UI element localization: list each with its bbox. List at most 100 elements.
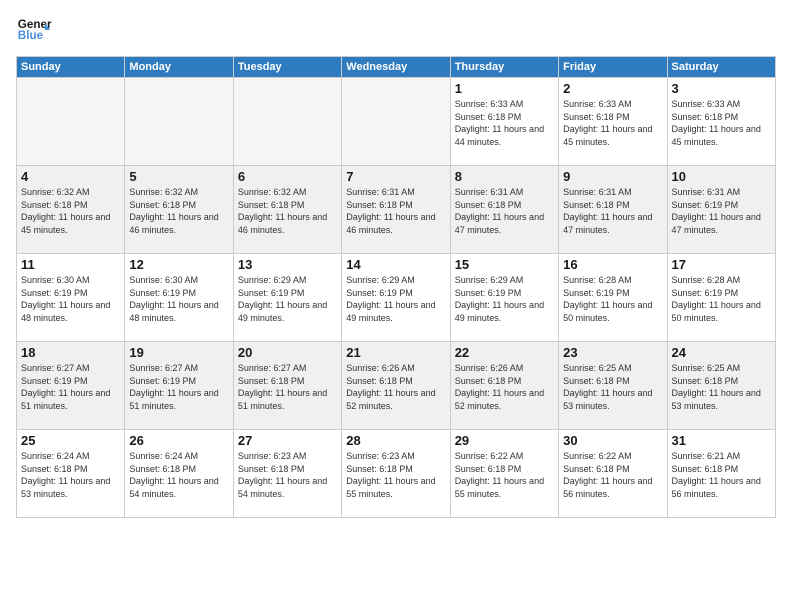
calendar-day: 14 Sunrise: 6:29 AMSunset: 6:19 PMDayligh…	[342, 254, 450, 342]
day-number: 31	[672, 433, 771, 448]
day-number: 9	[563, 169, 662, 184]
calendar-day	[125, 78, 233, 166]
calendar-week-row: 1 Sunrise: 6:33 AMSunset: 6:18 PMDaylight…	[17, 78, 776, 166]
weekday-header-wednesday: Wednesday	[342, 57, 450, 78]
day-info: Sunrise: 6:27 AMSunset: 6:19 PMDaylight:…	[129, 362, 228, 412]
calendar-day: 27Sunrise: 6:23 AMSunset: 6:18 PMDayligh…	[233, 430, 341, 518]
day-info: Sunrise: 6:25 AMSunset: 6:18 PMDaylight:…	[563, 362, 662, 412]
calendar-day: 19 Sunrise: 6:27 AMSunset: 6:19 PMDayligh…	[125, 342, 233, 430]
day-number: 12	[129, 257, 228, 272]
day-info: Sunrise: 6:30 AMSunset: 6:19 PMDaylight:…	[21, 274, 120, 324]
day-info: Sunrise: 6:32 AMSunset: 6:18 PMDaylight:…	[238, 186, 337, 236]
calendar-day: 4 Sunrise: 6:32 AMSunset: 6:18 PMDaylight…	[17, 166, 125, 254]
day-info: Sunrise: 6:22 AMSunset: 6:18 PMDaylight:…	[563, 450, 662, 500]
day-number: 28	[346, 433, 445, 448]
day-info: Sunrise: 6:31 AMSunset: 6:18 PMDaylight:…	[455, 186, 554, 236]
day-number: 1	[455, 81, 554, 96]
day-number: 4	[21, 169, 120, 184]
calendar-day: 11 Sunrise: 6:30 AMSunset: 6:19 PMDayligh…	[17, 254, 125, 342]
calendar-day: 7Sunrise: 6:31 AMSunset: 6:18 PMDaylight…	[342, 166, 450, 254]
calendar-day: 16 Sunrise: 6:28 AMSunset: 6:19 PMDayligh…	[559, 254, 667, 342]
logo-icon: General Blue	[16, 12, 52, 48]
day-info: Sunrise: 6:24 AMSunset: 6:18 PMDaylight:…	[129, 450, 228, 500]
day-number: 22	[455, 345, 554, 360]
day-number: 20	[238, 345, 337, 360]
day-number: 17	[672, 257, 771, 272]
day-info: Sunrise: 6:29 AMSunset: 6:19 PMDaylight:…	[238, 274, 337, 324]
main-container: General Blue SundayMondayTuesdayWednesda…	[0, 0, 792, 612]
calendar-day: 23 Sunrise: 6:25 AMSunset: 6:18 PMDayligh…	[559, 342, 667, 430]
day-info: Sunrise: 6:27 AMSunset: 6:19 PMDaylight:…	[21, 362, 120, 412]
day-number: 6	[238, 169, 337, 184]
day-info: Sunrise: 6:23 AMSunset: 6:18 PMDaylight:…	[346, 450, 445, 500]
day-number: 27	[238, 433, 337, 448]
day-number: 23	[563, 345, 662, 360]
day-info: Sunrise: 6:32 AMSunset: 6:18 PMDaylight:…	[129, 186, 228, 236]
calendar-week-row: 18 Sunrise: 6:27 AMSunset: 6:19 PMDayligh…	[17, 342, 776, 430]
day-info: Sunrise: 6:24 AMSunset: 6:18 PMDaylight:…	[21, 450, 120, 500]
day-info: Sunrise: 6:30 AMSunset: 6:19 PMDaylight:…	[129, 274, 228, 324]
calendar-week-row: 25 Sunrise: 6:24 AMSunset: 6:18 PMDayligh…	[17, 430, 776, 518]
calendar-day: 26 Sunrise: 6:24 AMSunset: 6:18 PMDayligh…	[125, 430, 233, 518]
day-number: 19	[129, 345, 228, 360]
day-info: Sunrise: 6:33 AMSunset: 6:18 PMDaylight:…	[672, 98, 771, 148]
calendar-day: 18 Sunrise: 6:27 AMSunset: 6:19 PMDayligh…	[17, 342, 125, 430]
day-number: 26	[129, 433, 228, 448]
weekday-header-tuesday: Tuesday	[233, 57, 341, 78]
calendar-day: 30Sunrise: 6:22 AMSunset: 6:18 PMDayligh…	[559, 430, 667, 518]
day-info: Sunrise: 6:22 AMSunset: 6:18 PMDaylight:…	[455, 450, 554, 500]
day-number: 8	[455, 169, 554, 184]
calendar-day: 12 Sunrise: 6:30 AMSunset: 6:19 PMDayligh…	[125, 254, 233, 342]
day-info: Sunrise: 6:32 AMSunset: 6:18 PMDaylight:…	[21, 186, 120, 236]
day-number: 10	[672, 169, 771, 184]
calendar-day: 8 Sunrise: 6:31 AMSunset: 6:18 PMDaylight…	[450, 166, 558, 254]
day-number: 14	[346, 257, 445, 272]
day-number: 18	[21, 345, 120, 360]
calendar-day: 6 Sunrise: 6:32 AMSunset: 6:18 PMDaylight…	[233, 166, 341, 254]
day-info: Sunrise: 6:25 AMSunset: 6:18 PMDaylight:…	[672, 362, 771, 412]
calendar-table: SundayMondayTuesdayWednesdayThursdayFrid…	[16, 56, 776, 518]
header: General Blue	[16, 12, 776, 48]
weekday-header-row: SundayMondayTuesdayWednesdayThursdayFrid…	[17, 57, 776, 78]
weekday-header-saturday: Saturday	[667, 57, 775, 78]
day-info: Sunrise: 6:28 AMSunset: 6:19 PMDaylight:…	[672, 274, 771, 324]
day-number: 15	[455, 257, 554, 272]
day-info: Sunrise: 6:26 AMSunset: 6:18 PMDaylight:…	[346, 362, 445, 412]
calendar-day	[17, 78, 125, 166]
calendar-day: 10Sunrise: 6:31 AMSunset: 6:19 PMDayligh…	[667, 166, 775, 254]
day-number: 2	[563, 81, 662, 96]
day-number: 29	[455, 433, 554, 448]
calendar-day: 28 Sunrise: 6:23 AMSunset: 6:18 PMDayligh…	[342, 430, 450, 518]
day-number: 11	[21, 257, 120, 272]
calendar-week-row: 11 Sunrise: 6:30 AMSunset: 6:19 PMDayligh…	[17, 254, 776, 342]
day-info: Sunrise: 6:28 AMSunset: 6:19 PMDaylight:…	[563, 274, 662, 324]
calendar-day: 29 Sunrise: 6:22 AMSunset: 6:18 PMDayligh…	[450, 430, 558, 518]
calendar-day: 3Sunrise: 6:33 AMSunset: 6:18 PMDaylight…	[667, 78, 775, 166]
calendar-day: 17 Sunrise: 6:28 AMSunset: 6:19 PMDayligh…	[667, 254, 775, 342]
logo: General Blue	[16, 12, 52, 48]
day-number: 16	[563, 257, 662, 272]
calendar-day: 2Sunrise: 6:33 AMSunset: 6:18 PMDaylight…	[559, 78, 667, 166]
day-info: Sunrise: 6:33 AMSunset: 6:18 PMDaylight:…	[455, 98, 554, 148]
calendar-day: 15Sunrise: 6:29 AMSunset: 6:19 PMDayligh…	[450, 254, 558, 342]
day-number: 25	[21, 433, 120, 448]
day-number: 21	[346, 345, 445, 360]
calendar-day	[342, 78, 450, 166]
day-info: Sunrise: 6:26 AMSunset: 6:18 PMDaylight:…	[455, 362, 554, 412]
calendar-week-row: 4 Sunrise: 6:32 AMSunset: 6:18 PMDaylight…	[17, 166, 776, 254]
calendar-day: 24 Sunrise: 6:25 AMSunset: 6:18 PMDayligh…	[667, 342, 775, 430]
calendar-day	[233, 78, 341, 166]
day-number: 24	[672, 345, 771, 360]
calendar-day: 5 Sunrise: 6:32 AMSunset: 6:18 PMDaylight…	[125, 166, 233, 254]
day-info: Sunrise: 6:31 AMSunset: 6:18 PMDaylight:…	[346, 186, 445, 236]
day-info: Sunrise: 6:31 AMSunset: 6:18 PMDaylight:…	[563, 186, 662, 236]
day-info: Sunrise: 6:27 AMSunset: 6:18 PMDaylight:…	[238, 362, 337, 412]
calendar-day: 20 Sunrise: 6:27 AMSunset: 6:18 PMDayligh…	[233, 342, 341, 430]
calendar-day: 21 Sunrise: 6:26 AMSunset: 6:18 PMDayligh…	[342, 342, 450, 430]
day-number: 5	[129, 169, 228, 184]
weekday-header-thursday: Thursday	[450, 57, 558, 78]
calendar-day: 31Sunrise: 6:21 AMSunset: 6:18 PMDayligh…	[667, 430, 775, 518]
day-info: Sunrise: 6:29 AMSunset: 6:19 PMDaylight:…	[346, 274, 445, 324]
calendar-day: 1 Sunrise: 6:33 AMSunset: 6:18 PMDaylight…	[450, 78, 558, 166]
day-number: 13	[238, 257, 337, 272]
